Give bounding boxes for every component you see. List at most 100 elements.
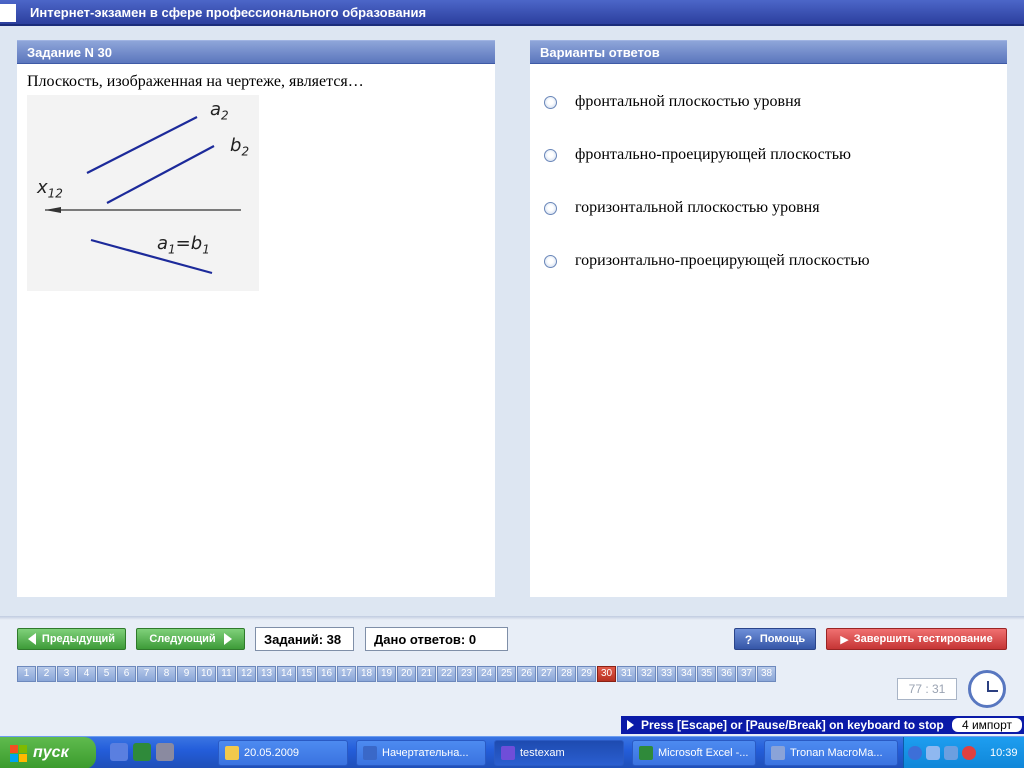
question-panel: Задание N 30 Плоскость, изображенная на … xyxy=(17,40,495,597)
page-button[interactable]: 3 xyxy=(57,666,76,682)
taskbar-button-label: 20.05.2009 xyxy=(244,747,300,759)
start-label: пуск xyxy=(33,744,69,761)
page-button[interactable]: 4 xyxy=(77,666,96,682)
clock-icon xyxy=(968,670,1006,708)
bmp-icon[interactable] xyxy=(156,743,174,761)
page-button[interactable]: 9 xyxy=(177,666,196,682)
page-button[interactable]: 36 xyxy=(717,666,736,682)
page-button[interactable]: 27 xyxy=(537,666,556,682)
finish-label: Завершить тестирование xyxy=(853,633,993,645)
help-label: Помощь xyxy=(759,633,806,645)
arrow-right-icon xyxy=(223,633,232,645)
page-button[interactable]: 19 xyxy=(377,666,396,682)
antivirus-icon[interactable] xyxy=(962,746,976,760)
excel-icon[interactable] xyxy=(133,743,151,761)
page-button[interactable]: 24 xyxy=(477,666,496,682)
page-button[interactable]: 35 xyxy=(697,666,716,682)
escape-notice: Press [Escape] or [Pause/Break] on keybo… xyxy=(621,716,1024,734)
page-button[interactable]: 18 xyxy=(357,666,376,682)
page-button[interactable]: 6 xyxy=(117,666,136,682)
page-button[interactable]: 30 xyxy=(597,666,616,682)
play-icon xyxy=(627,720,634,730)
taskbar-button-label: Начертательна... xyxy=(382,747,469,759)
page-button[interactable]: 12 xyxy=(237,666,256,682)
runner-icon: ▶ xyxy=(840,633,849,646)
answer-option[interactable]: горизонтально-проецирующей плоскостью xyxy=(544,250,870,272)
answer-option[interactable]: горизонтальной плоскостью уровня xyxy=(544,197,820,219)
page-button[interactable]: 16 xyxy=(317,666,336,682)
label-a1b1: a1=b1 xyxy=(157,233,210,257)
help-button[interactable]: ? Помощь xyxy=(734,628,816,650)
page-button[interactable]: 10 xyxy=(197,666,216,682)
axis-arrow xyxy=(45,207,61,213)
prev-button[interactable]: Предыдущий xyxy=(17,628,126,650)
tasks-count: Заданий: 38 xyxy=(255,627,354,651)
page-button[interactable]: 21 xyxy=(417,666,436,682)
next-label: Следующий xyxy=(149,633,216,645)
taskbar-button[interactable]: Microsoft Excel -... xyxy=(632,740,756,766)
page-button[interactable]: 32 xyxy=(637,666,656,682)
answers-header: Варианты ответов xyxy=(530,40,1007,64)
title-accent xyxy=(0,4,16,22)
page-button[interactable]: 25 xyxy=(497,666,516,682)
page-button[interactable]: 23 xyxy=(457,666,476,682)
page-button[interactable]: 37 xyxy=(737,666,756,682)
answer-text: горизонтальной плоскостью уровня xyxy=(575,199,820,216)
taskbar: пуск 20.05.2009 Начертательна... testexam M… xyxy=(0,736,1024,768)
taskbar-button[interactable]: 20.05.2009 xyxy=(218,740,348,766)
page-button[interactable]: 17 xyxy=(337,666,356,682)
app-title: Интернет-экзамен в сфере профессионально… xyxy=(30,5,427,20)
taskbar-button-label: Microsoft Excel -... xyxy=(658,747,749,759)
app-icon xyxy=(639,746,653,760)
chevron-left-icon[interactable] xyxy=(908,746,922,760)
page-button[interactable]: 2 xyxy=(37,666,56,682)
quicklaunch-icon[interactable] xyxy=(110,743,128,761)
page-navigator: 1 2 3 4 5 6 7 8 9 10 11 12 13 14 15 16 17 18 19 20 21 22 23 24 2… xyxy=(17,666,777,682)
page-button[interactable]: 5 xyxy=(97,666,116,682)
answer-text: фронтальной плоскостью уровня xyxy=(575,93,801,110)
taskbar-button-label: testexam xyxy=(520,747,565,759)
answer-option[interactable]: фронтальной плоскостью уровня xyxy=(544,91,801,113)
page-button[interactable]: 29 xyxy=(577,666,596,682)
page-button[interactable]: 14 xyxy=(277,666,296,682)
answer-text: горизонтально-проецирующей плоскостью xyxy=(575,252,870,269)
tray-clock: 10:39 xyxy=(990,747,1018,759)
page-button[interactable]: 11 xyxy=(217,666,236,682)
page-button[interactable]: 28 xyxy=(557,666,576,682)
timer-display: 77 : 31 xyxy=(897,678,957,700)
page-button[interactable]: 38 xyxy=(757,666,776,682)
page-button[interactable]: 26 xyxy=(517,666,536,682)
quick-launch xyxy=(110,743,179,761)
page-button[interactable]: 34 xyxy=(677,666,696,682)
page-button[interactable]: 15 xyxy=(297,666,316,682)
radio-button[interactable] xyxy=(544,95,557,109)
network-icon[interactable] xyxy=(944,746,958,760)
page-button[interactable]: 7 xyxy=(137,666,156,682)
taskbar-button[interactable]: testexam xyxy=(494,740,624,766)
media-icon[interactable] xyxy=(926,746,940,760)
page-button[interactable]: 31 xyxy=(617,666,636,682)
next-button[interactable]: Следующий xyxy=(136,628,245,650)
page-button[interactable]: 8 xyxy=(157,666,176,682)
label-a2: a2 xyxy=(210,99,229,123)
answer-option[interactable]: фронтально-проецирующей плоскостью xyxy=(544,144,851,166)
page-button[interactable]: 1 xyxy=(17,666,36,682)
answers-given: Дано ответов: 0 xyxy=(365,627,508,651)
page-button[interactable]: 20 xyxy=(397,666,416,682)
question-text: Плоскость, изображенная на чертеже, явля… xyxy=(27,73,364,90)
import-badge: 4 импорт xyxy=(951,718,1022,732)
question-mark-icon: ? xyxy=(744,633,753,647)
page-button[interactable]: 33 xyxy=(657,666,676,682)
start-button[interactable]: пуск xyxy=(0,737,96,768)
radio-button[interactable] xyxy=(544,148,557,162)
taskbar-button[interactable]: Tronan MacroMa... xyxy=(764,740,898,766)
app-icon xyxy=(225,746,239,760)
finish-button[interactable]: ▶ Завершить тестирование xyxy=(826,628,1007,650)
page-button[interactable]: 22 xyxy=(437,666,456,682)
question-header: Задание N 30 xyxy=(17,40,495,64)
page-button[interactable]: 13 xyxy=(257,666,276,682)
question-figure: a2 b2 x12 a1=b1 xyxy=(27,95,259,291)
taskbar-button[interactable]: Начертательна... xyxy=(356,740,486,766)
radio-button[interactable] xyxy=(544,254,557,268)
radio-button[interactable] xyxy=(544,201,557,215)
